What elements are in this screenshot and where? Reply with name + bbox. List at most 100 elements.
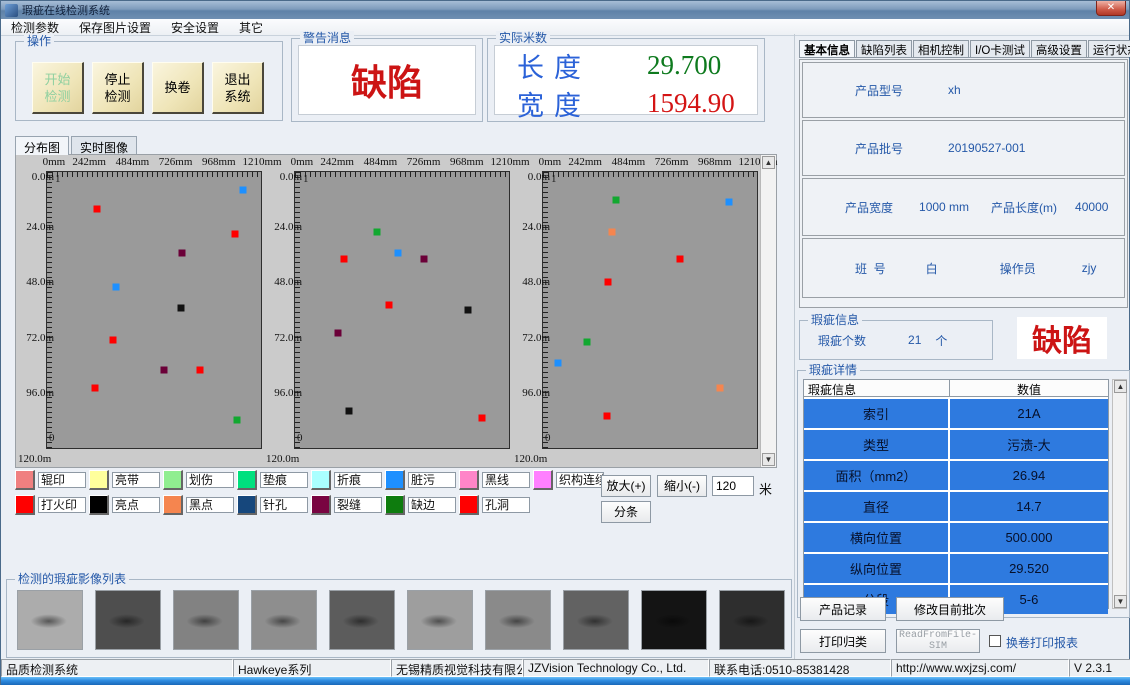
defect-point[interactable] — [605, 279, 612, 286]
product-record-button[interactable]: 产品记录 — [800, 597, 886, 621]
meters-input[interactable] — [712, 476, 754, 496]
right-panel-tab[interactable]: 基本信息 — [799, 40, 855, 57]
flaw-detail-row[interactable]: 纵向位置29.520 — [804, 554, 1108, 583]
flaw-detail-group-label: 瑕疵详情 — [806, 363, 860, 377]
defect-thumbnail[interactable] — [329, 590, 395, 650]
operation-button[interactable]: 换卷 — [152, 62, 204, 114]
operation-button[interactable]: 停止 检测 — [92, 62, 144, 114]
zoom-out-button[interactable]: 缩小(-) — [657, 475, 707, 497]
operation-button[interactable]: 开始 检测 — [32, 62, 84, 114]
right-panel-tab[interactable]: 相机控制 — [913, 40, 969, 57]
defect-point[interactable] — [335, 330, 342, 337]
defect-thumbnail[interactable] — [251, 590, 317, 650]
defect-point[interactable] — [374, 228, 381, 235]
legend-item: 打火印 — [15, 495, 89, 515]
right-panel-tab[interactable]: I/O卡测试 — [970, 40, 1030, 57]
flaw-detail-row[interactable]: 索引21A — [804, 399, 1108, 428]
defect-point[interactable] — [109, 336, 116, 343]
legend-item: 脏污 — [385, 470, 459, 490]
menu-item[interactable]: 其它 — [229, 19, 273, 36]
defect-point[interactable] — [233, 417, 240, 424]
flaw-detail-row[interactable]: 横向位置500.000 — [804, 523, 1108, 552]
legend-label: 针孔 — [260, 497, 308, 513]
menu-item[interactable]: 安全设置 — [161, 19, 229, 36]
detail-table-scrollbar[interactable]: ▲ ▼ — [1112, 379, 1127, 609]
plot-vertical-scrollbar[interactable]: ▲ ▼ — [760, 155, 776, 467]
legend-color-chip — [89, 470, 109, 490]
defect-thumbnail[interactable] — [563, 590, 629, 650]
scroll-down-icon[interactable]: ▼ — [762, 453, 775, 466]
zoom-in-button[interactable]: 放大(+) — [601, 475, 651, 497]
flaw-info-group: 瑕疵信息 瑕疵个数 21 个 — [799, 320, 993, 360]
defect-point[interactable] — [479, 415, 486, 422]
view-tab[interactable]: 分布图 — [15, 136, 69, 155]
defect-point[interactable] — [160, 366, 167, 373]
plot-area[interactable]: 10 — [294, 171, 510, 449]
defect-point[interactable] — [394, 249, 401, 256]
defect-point[interactable] — [608, 228, 615, 235]
defect-point[interactable] — [93, 205, 100, 212]
width-label: 宽度 — [517, 84, 647, 123]
legend-row: 辊印亮带划伤垫痕折痕脏污黑线织构连续 — [15, 470, 597, 490]
legend-label: 折痕 — [334, 472, 382, 488]
defect-point[interactable] — [240, 187, 247, 194]
defect-point[interactable] — [345, 408, 352, 415]
menu-item[interactable]: 检测参数 — [1, 19, 69, 36]
flaw-detail-row[interactable]: 面积（mm2）26.94 — [804, 461, 1108, 490]
defect-point[interactable] — [554, 359, 561, 366]
flaw-detail-row[interactable]: 直径14.7 — [804, 492, 1108, 521]
legend-item: 划伤 — [163, 470, 237, 490]
plot-area[interactable]: 10 — [46, 171, 262, 449]
defect-point[interactable] — [178, 304, 185, 311]
menu-item[interactable]: 保存图片设置 — [69, 19, 161, 36]
thumbnail-group-label: 检测的瑕疵影像列表 — [15, 572, 129, 586]
defect-alarm-text: 缺陷 — [1017, 317, 1107, 359]
right-panel-tab[interactable]: 运行状态信息 — [1088, 40, 1130, 57]
detail-header-name: 瑕疵信息 — [804, 380, 950, 396]
defect-point[interactable] — [676, 256, 683, 263]
operation-button[interactable]: 退出 系统 — [212, 62, 264, 114]
defect-point[interactable] — [113, 284, 120, 291]
segment-top-label: 1 — [303, 173, 309, 185]
status-segment: http://www.wxjzsj.com/ — [891, 659, 1069, 677]
legend-item: 孔洞 — [459, 495, 533, 515]
defect-point[interactable] — [91, 385, 98, 392]
defect-point[interactable] — [612, 196, 619, 203]
defect-thumbnail[interactable] — [485, 590, 551, 650]
view-tab[interactable]: 实时图像 — [71, 136, 137, 155]
defect-thumbnail[interactable] — [407, 590, 473, 650]
defect-point[interactable] — [465, 307, 472, 314]
modify-batch-button[interactable]: 修改目前批次 — [896, 597, 1004, 621]
length-info-label: 产品长度(m) — [991, 199, 1057, 216]
defect-point[interactable] — [232, 231, 239, 238]
defect-point[interactable] — [584, 339, 591, 346]
defect-point[interactable] — [341, 256, 348, 263]
flaw-detail-row[interactable]: 类型污渍-大 — [804, 430, 1108, 459]
defect-point[interactable] — [725, 198, 732, 205]
x-axis-labels: 0mm242mm484mm726mm968mm1210mm — [542, 156, 758, 170]
defect-point[interactable] — [603, 412, 610, 419]
scroll-up-icon[interactable]: ▲ — [762, 156, 775, 169]
right-panel-tab[interactable]: 高级设置 — [1031, 40, 1087, 57]
close-button[interactable]: ✕ — [1096, 1, 1126, 16]
right-panel-tab[interactable]: 缺陷列表 — [856, 40, 912, 57]
split-button[interactable]: 分条 — [601, 501, 651, 523]
defect-point[interactable] — [197, 366, 204, 373]
defect-thumbnail[interactable] — [719, 590, 785, 650]
warning-group-label: 警告消息 — [300, 31, 354, 45]
print-sort-button[interactable]: 打印归类 — [800, 629, 886, 653]
read-from-file-button[interactable]: ReadFromFile-SIM — [896, 629, 980, 653]
defect-point[interactable] — [385, 302, 392, 309]
detail-scroll-down-icon[interactable]: ▼ — [1114, 595, 1127, 608]
detail-scroll-up-icon[interactable]: ▲ — [1114, 380, 1127, 393]
warning-message: 缺陷 — [299, 46, 475, 114]
defect-point[interactable] — [421, 256, 428, 263]
defect-point[interactable] — [179, 249, 186, 256]
plot-area[interactable]: 10 — [542, 171, 758, 449]
defect-thumbnail[interactable] — [95, 590, 161, 650]
defect-thumbnail[interactable] — [173, 590, 239, 650]
defect-thumbnail[interactable] — [17, 590, 83, 650]
defect-thumbnail[interactable] — [641, 590, 707, 650]
defect-point[interactable] — [716, 385, 723, 392]
print-report-checkbox[interactable] — [989, 635, 1001, 647]
